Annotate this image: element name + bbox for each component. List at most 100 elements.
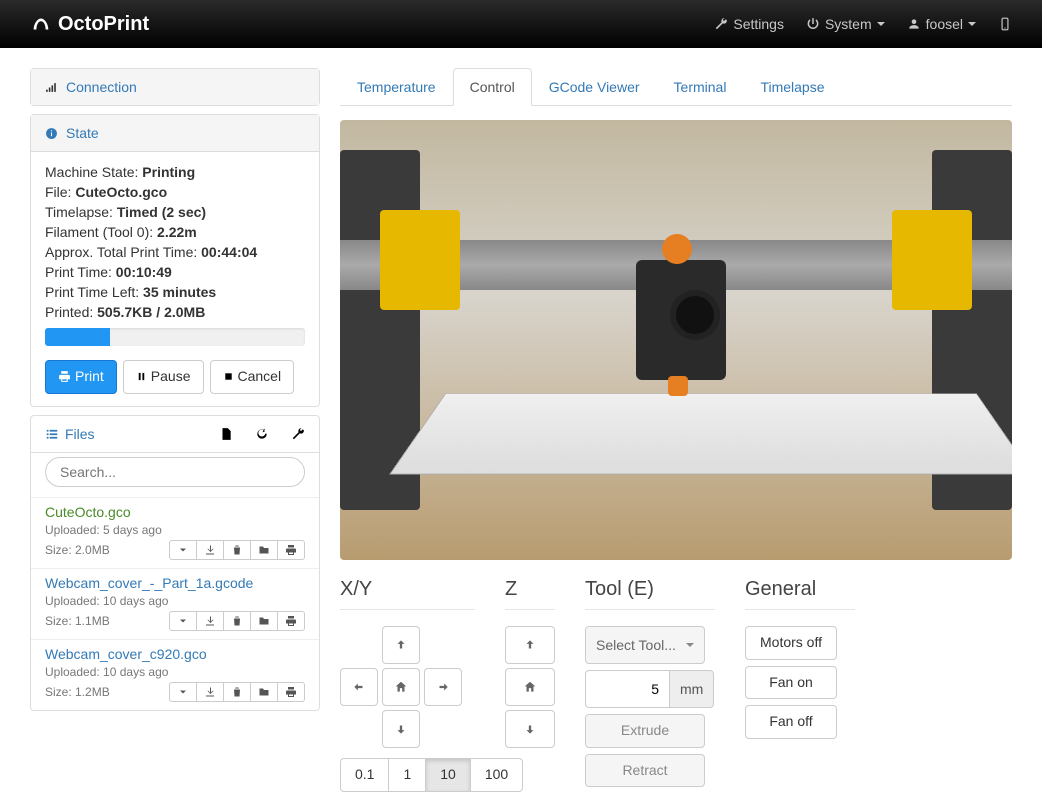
connection-heading[interactable]: Connection bbox=[31, 69, 319, 105]
file-action-chevron-down[interactable] bbox=[169, 682, 197, 702]
tab-timelapse[interactable]: Timelapse bbox=[743, 68, 841, 106]
step-1-button[interactable]: 1 bbox=[389, 758, 426, 792]
file-uploaded-label: Uploaded: 10 days ago bbox=[45, 594, 305, 608]
refresh-icon[interactable] bbox=[255, 427, 269, 441]
file-size-label: Size: 1.1MB bbox=[45, 614, 110, 628]
download-icon bbox=[204, 544, 216, 556]
file-action-print[interactable] bbox=[278, 540, 305, 560]
nav-mobile[interactable] bbox=[998, 17, 1012, 31]
retract-button[interactable]: Retract bbox=[585, 754, 705, 788]
file-action-folder[interactable] bbox=[251, 540, 278, 560]
print-button-label: Print bbox=[75, 367, 104, 387]
print-button[interactable]: Print bbox=[45, 360, 117, 394]
file-item: CuteOcto.gcoUploaded: 5 days agoSize: 2.… bbox=[31, 497, 319, 568]
state-panel: State Machine State: Printing File: Cute… bbox=[30, 114, 320, 407]
brand-text: OctoPrint bbox=[58, 13, 149, 36]
state-total-time: Approx. Total Print Time: 00:44:04 bbox=[45, 244, 305, 260]
file-action-print[interactable] bbox=[278, 611, 305, 631]
arrow-left-icon bbox=[352, 680, 366, 694]
pause-button[interactable]: Pause bbox=[123, 360, 204, 394]
tab-control[interactable]: Control bbox=[453, 68, 532, 106]
file-icon[interactable] bbox=[219, 427, 233, 441]
chevron-down-icon bbox=[177, 544, 189, 556]
state-filament: Filament (Tool 0): 2.22m bbox=[45, 224, 305, 240]
arrow-down-icon bbox=[523, 722, 537, 736]
jog-z-home-button[interactable] bbox=[505, 668, 555, 706]
file-action-folder[interactable] bbox=[251, 611, 278, 631]
state-time-left: Print Time Left: 35 minutes bbox=[45, 284, 305, 300]
power-icon bbox=[806, 17, 820, 31]
files-title: Files bbox=[65, 426, 95, 442]
cancel-button[interactable]: Cancel bbox=[210, 360, 295, 394]
jog-z-down-button[interactable] bbox=[505, 710, 555, 748]
tab-terminal[interactable]: Terminal bbox=[657, 68, 744, 106]
file-action-folder[interactable] bbox=[251, 682, 278, 702]
nav-system[interactable]: System bbox=[806, 16, 885, 32]
download-icon bbox=[204, 615, 216, 627]
cancel-button-label: Cancel bbox=[238, 367, 282, 387]
progress-bar bbox=[45, 328, 305, 346]
caret-icon bbox=[877, 22, 885, 26]
jog-x-right-button[interactable] bbox=[424, 668, 462, 706]
file-name-link[interactable]: Webcam_cover_-_Part_1a.gcode bbox=[45, 575, 305, 591]
step-10-button[interactable]: 10 bbox=[426, 758, 471, 792]
step-0.1-button[interactable]: 0.1 bbox=[340, 758, 389, 792]
brand[interactable]: OctoPrint bbox=[30, 13, 149, 36]
nav-settings-label: Settings bbox=[733, 16, 784, 32]
folder-icon bbox=[258, 686, 270, 698]
download-icon bbox=[204, 686, 216, 698]
file-action-download[interactable] bbox=[197, 611, 224, 631]
file-size-label: Size: 1.2MB bbox=[45, 685, 110, 699]
state-print-time: Print Time: 00:10:49 bbox=[45, 264, 305, 280]
nav-settings[interactable]: Settings bbox=[714, 16, 784, 32]
nav-system-label: System bbox=[825, 16, 872, 32]
file-uploaded-label: Uploaded: 10 days ago bbox=[45, 665, 305, 679]
tab-temperature[interactable]: Temperature bbox=[340, 68, 453, 106]
files-title-wrap[interactable]: Files bbox=[45, 426, 95, 442]
jog-xy-home-button[interactable] bbox=[382, 668, 420, 706]
chevron-down-icon bbox=[177, 686, 189, 698]
nav-user[interactable]: foosel bbox=[907, 16, 976, 32]
file-item: Webcam_cover_c920.gco Uploaded: 10 days a… bbox=[31, 639, 319, 710]
print-icon bbox=[58, 370, 71, 383]
files-search-input[interactable] bbox=[45, 457, 305, 487]
state-printed: Printed: 505.7KB / 2.0MB bbox=[45, 304, 305, 320]
fan-off-button[interactable]: Fan off bbox=[745, 705, 837, 739]
jog-x-left-button[interactable] bbox=[340, 668, 378, 706]
extrude-amount-input[interactable] bbox=[585, 670, 669, 708]
file-action-trash[interactable] bbox=[224, 611, 251, 631]
state-machine: Machine State: Printing bbox=[45, 164, 305, 180]
general-heading: General bbox=[745, 578, 855, 610]
file-name-link[interactable]: CuteOcto.gco bbox=[45, 504, 305, 520]
octoprint-logo-icon bbox=[30, 13, 52, 35]
file-action-download[interactable] bbox=[197, 540, 224, 560]
connection-panel: Connection bbox=[30, 68, 320, 106]
print-icon bbox=[285, 686, 297, 698]
file-action-trash[interactable] bbox=[224, 540, 251, 560]
file-name-link[interactable]: Webcam_cover_c920.gco bbox=[45, 646, 305, 662]
file-action-trash[interactable] bbox=[224, 682, 251, 702]
extrude-button[interactable]: Extrude bbox=[585, 714, 705, 748]
z-heading: Z bbox=[505, 578, 555, 610]
chevron-down-icon bbox=[177, 615, 189, 627]
tool-select-dropdown[interactable]: Select Tool... bbox=[585, 626, 705, 664]
file-action-print[interactable] bbox=[278, 682, 305, 702]
tool-select-label: Select Tool... bbox=[596, 637, 676, 653]
tab-gcode-viewer[interactable]: GCode Viewer bbox=[532, 68, 657, 106]
motors-off-button[interactable]: Motors off bbox=[745, 626, 837, 660]
jog-z-up-button[interactable] bbox=[505, 626, 555, 664]
wrench-icon[interactable] bbox=[291, 427, 305, 441]
fan-on-button[interactable]: Fan on bbox=[745, 666, 837, 700]
trash-icon bbox=[231, 686, 243, 698]
user-icon bbox=[907, 17, 921, 31]
file-action-download[interactable] bbox=[197, 682, 224, 702]
signal-icon bbox=[45, 81, 58, 94]
state-heading[interactable]: State bbox=[31, 115, 319, 152]
jog-y-up-button[interactable] bbox=[382, 626, 420, 664]
jog-y-down-button[interactable] bbox=[382, 710, 420, 748]
files-panel: Files CuteOcto.gcoUploaded: 5 days agoSi… bbox=[30, 415, 320, 711]
file-action-chevron-down[interactable] bbox=[169, 540, 197, 560]
file-action-chevron-down[interactable] bbox=[169, 611, 197, 631]
extrude-unit-label: mm bbox=[669, 670, 714, 708]
info-icon bbox=[45, 127, 58, 140]
